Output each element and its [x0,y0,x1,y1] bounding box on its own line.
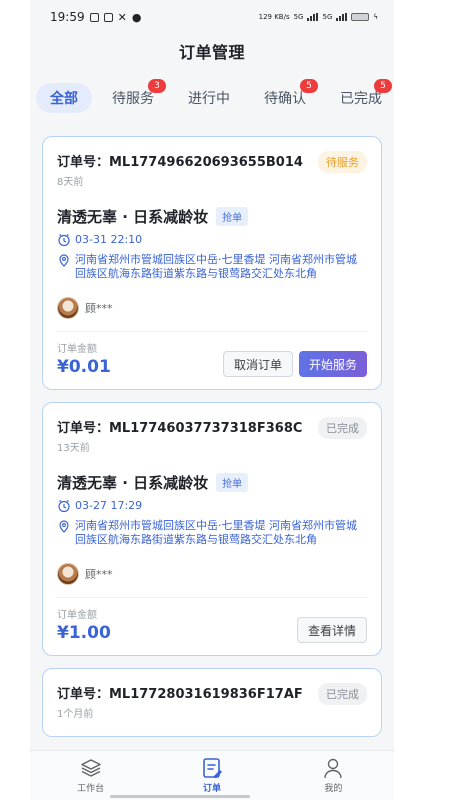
customer-row: 顾*** [57,297,367,319]
card-header: 订单号：ML177496620693655B014 8天前 待服务 [57,151,367,188]
customer-row: 顾*** [57,563,367,585]
status-left: 19:59 ✕ ● [50,10,141,24]
tab-pending-confirm[interactable]: 待确认 5 [250,79,320,113]
order-list[interactable]: 订单号：ML177496620693655B014 8天前 待服务 清透无辜 ·… [30,128,394,750]
person-icon [324,758,343,779]
status-bar: 19:59 ✕ ● 129 KB/s 5G 5G ϟ [30,0,394,34]
nav-profile[interactable]: 我的 [273,751,394,800]
signal-icon [307,13,319,21]
order-card[interactable]: 订单号：ML177496620693655B014 8天前 待服务 清透无辜 ·… [42,136,382,390]
tab-in-progress[interactable]: 进行中 [174,83,244,113]
card-header: 订单号：ML17728031619836F17AF 1个月前 已完成 [57,683,367,720]
signal-icon-2 [336,13,348,21]
service-datetime: 03-27 17:29 [75,499,143,512]
order-amount: ¥0.01 [57,357,111,377]
status-right: 129 KB/s 5G 5G ϟ [259,13,378,21]
page-title: 订单管理 [178,43,245,62]
nav-workbench[interactable]: 工作台 [30,751,151,800]
service-name: 清透无辜 · 日系减龄妆 [57,208,209,226]
tab-label: 待确认 [264,91,306,107]
tab-label: 全部 [50,91,78,107]
customer-name: 顾*** [85,568,113,581]
service-datetime: 03-31 22:10 [75,233,143,246]
sim2-label: 5G [322,13,333,21]
bottom-nav: 工作台 订单 我的 [30,750,394,800]
tab-badge: 3 [148,79,166,93]
location-icon [59,254,69,267]
net-speed: 129 KB/s [258,13,290,21]
address-row: 河南省郑州市管城回族区中岳·七里香堤 河南省郑州市管城回族区航海东路街道紫东路与… [57,253,367,281]
tab-completed[interactable]: 已完成 5 [326,79,392,113]
cancel-order-button[interactable]: 取消订单 [222,351,293,377]
order-number: 订单号：ML177496620693655B014 [57,155,303,170]
grab-order-tag: 抢单 [216,473,249,492]
tab-label: 待服务 [112,91,154,107]
header: 订单管理 [30,34,394,68]
nav-label: 订单 [202,784,221,794]
service-address: 河南省郑州市管城回族区中岳·七里香堤 河南省郑州市管城回族区航海东路街道紫东路与… [75,253,357,280]
status-badge: 待服务 [318,151,367,173]
divider [57,597,367,598]
home-indicator [110,795,250,798]
service-row: 清透无辜 · 日系减龄妆 抢单 [57,472,367,493]
view-details-button[interactable]: 查看详情 [296,617,367,643]
app-frame: 19:59 ✕ ● 129 KB/s 5G 5G ϟ 订单管理 全部 待服务 3… [30,0,394,800]
service-address: 河南省郑州市管城回族区中岳·七里香堤 河南省郑州市管城回族区航海东路街道紫东路与… [75,519,357,546]
service-row: 清透无辜 · 日系减龄妆 抢单 [57,206,367,227]
order-card[interactable]: 订单号：ML17728031619836F17AF 1个月前 已完成 [42,668,382,737]
app-notification-icon [103,12,113,22]
order-number: 订单号：ML17728031619836F17AF [57,687,303,702]
avatar [57,563,79,585]
amount-label: 订单金额 [57,610,97,621]
layers-icon [80,759,101,777]
clock-icon [58,234,70,247]
card-footer: 订单金额 ¥1.00 查看详情 [57,606,367,643]
tab-label: 进行中 [188,91,230,107]
card-footer: 订单金额 ¥0.01 取消订单 开始服务 [57,340,367,377]
divider [57,331,367,332]
status-badge: 已完成 [318,683,367,705]
grab-order-tag: 抢单 [216,207,249,226]
service-name: 清透无辜 · 日系减龄妆 [57,474,209,492]
notification-icon [89,12,99,22]
order-icon [203,758,222,778]
tools-icon: ✕ [117,10,127,24]
order-time-ago: 8天前 [57,177,84,188]
screen: 19:59 ✕ ● 129 KB/s 5G 5G ϟ 订单管理 全部 待服务 3… [0,0,450,800]
order-number: 订单号：ML17746037737318F368C [57,421,303,436]
datetime-row: 03-27 17:29 [57,499,367,513]
start-service-button[interactable]: 开始服务 [298,351,367,377]
customer-name: 顾*** [85,302,113,315]
tab-badge: 5 [300,79,318,93]
status-badge: 已完成 [318,417,367,439]
nav-orders[interactable]: 订单 [151,751,272,800]
order-card[interactable]: 订单号：ML17746037737318F368C 13天前 已完成 清透无辜 … [42,402,382,656]
datetime-row: 03-31 22:10 [57,233,367,247]
card-actions: 查看详情 [296,617,367,643]
status-tabs: 全部 待服务 3 进行中 待确认 5 已完成 5 [30,68,394,128]
location-icon [59,520,69,533]
battery-icon [351,13,370,21]
card-header: 订单号：ML17746037737318F368C 13天前 已完成 [57,417,367,454]
address-row: 河南省郑州市管城回族区中岳·七里香堤 河南省郑州市管城回族区航海东路街道紫东路与… [57,519,367,547]
message-icon: ● [131,10,142,24]
amount-label: 订单金额 [57,344,97,355]
card-actions: 取消订单 开始服务 [222,351,367,377]
nav-label: 工作台 [77,784,105,794]
clock-icon [58,500,70,513]
charging-icon: ϟ [373,13,378,21]
avatar [57,297,79,319]
tab-all[interactable]: 全部 [36,83,92,113]
tab-pending-service[interactable]: 待服务 3 [98,79,168,113]
status-time: 19:59 [50,10,85,24]
order-time-ago: 1个月前 [57,709,94,720]
tab-badge: 5 [374,79,392,93]
order-amount: ¥1.00 [57,623,111,643]
order-time-ago: 13天前 [57,443,90,454]
nav-label: 我的 [324,784,343,794]
sim1-label: 5G [293,13,304,21]
